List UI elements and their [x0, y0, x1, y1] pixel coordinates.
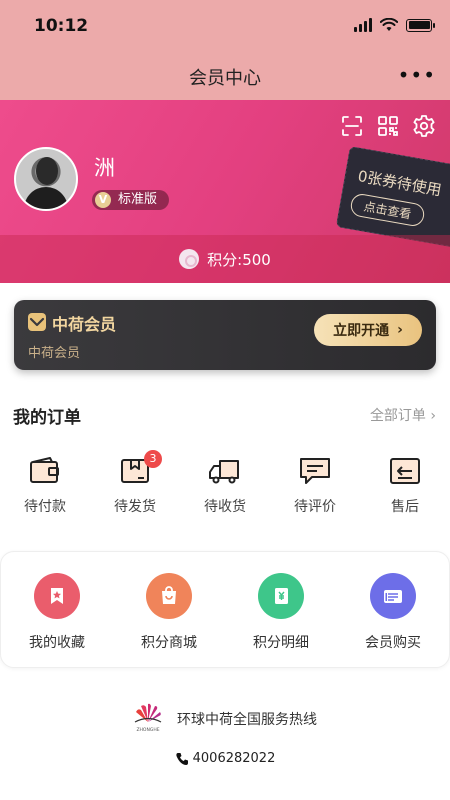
order-after-sales[interactable]: 售后: [360, 456, 450, 516]
wallet-icon: [28, 456, 62, 486]
order-label: 待发货: [114, 499, 156, 515]
card-icon: [370, 573, 416, 619]
service-favorites[interactable]: 我的收藏: [1, 552, 113, 667]
comment-icon: [298, 456, 332, 486]
truck-icon: [208, 456, 242, 486]
phone-number: 4006282022: [192, 751, 276, 766]
service-label: 会员购买: [365, 635, 421, 651]
hotline-title: 环球中荷全国服务热线: [177, 712, 317, 728]
header-actions: [340, 114, 436, 138]
points-bar[interactable]: 积分:500: [0, 235, 450, 283]
order-pending-receipt[interactable]: 待收货: [180, 456, 270, 516]
order-label: 待评价: [294, 499, 336, 515]
top-bar: 10:12 会员中心 •••: [0, 0, 450, 100]
profile-header: 洲 V 标准版 0张券待使用 点击查看 积分:500: [0, 100, 450, 283]
orders-section-title: 我的订单: [13, 408, 81, 428]
order-label: 待付款: [24, 499, 66, 515]
service-member-purchase[interactable]: 会员购买: [337, 552, 449, 667]
qr-code-icon[interactable]: [376, 114, 400, 138]
bookmark-icon: [34, 573, 80, 619]
settings-gear-icon[interactable]: [412, 114, 436, 138]
vip-subtitle: 中荷会员: [28, 346, 81, 361]
status-time: 10:12: [34, 16, 89, 36]
battery-icon: [406, 18, 435, 32]
username: 洲: [94, 156, 115, 180]
points-text: 积分:500: [207, 250, 271, 269]
activate-vip-button[interactable]: 立即开通 ›: [314, 314, 422, 346]
hotline-phone[interactable]: 4006282022: [0, 751, 450, 766]
vip-membership-card[interactable]: 中荷会员 中荷会员 立即开通 ›: [14, 300, 436, 370]
chevron-right-icon: ›: [397, 322, 403, 338]
vip-crown-icon: [28, 313, 46, 331]
avatar[interactable]: [14, 147, 78, 211]
order-status-row: 待付款 3 待发货 待收货 待评价 售后: [0, 450, 450, 516]
order-label: 售后: [391, 499, 419, 515]
scan-icon[interactable]: [340, 114, 364, 138]
return-icon: [388, 456, 422, 486]
order-pending-payment[interactable]: 待付款: [0, 456, 90, 516]
member-level-label: 标准版: [118, 192, 158, 207]
services-grid: 我的收藏 积分商城 积分明细 会员购买: [0, 551, 450, 668]
page-title: 会员中心: [189, 68, 261, 89]
status-icons: [354, 18, 435, 32]
pending-shipment-badge: 3: [144, 450, 162, 468]
shopping-bag-icon: [146, 573, 192, 619]
ledger-icon: [258, 573, 304, 619]
view-coupons-button[interactable]: 点击查看: [349, 192, 426, 228]
wifi-icon: [380, 18, 398, 31]
signal-icon: [354, 18, 372, 32]
order-pending-review[interactable]: 待评价: [270, 456, 360, 516]
svg-text:ZHONGHE: ZHONGHE: [136, 727, 159, 733]
vip-level-icon: V: [95, 192, 111, 208]
service-label: 我的收藏: [29, 635, 85, 651]
activate-vip-label: 立即开通: [333, 323, 390, 339]
service-label: 积分明细: [253, 635, 309, 651]
all-orders-link[interactable]: 全部订单 ›: [370, 405, 436, 425]
service-label: 积分商城: [141, 635, 197, 651]
order-label: 待收货: [204, 499, 246, 515]
box-icon: 3: [118, 450, 162, 486]
company-logo: ZHONGHE: [131, 702, 165, 734]
phone-icon: [176, 752, 188, 765]
coupon-ticket[interactable]: 0张券待使用 点击查看: [335, 146, 450, 248]
points-coin-icon: [179, 249, 200, 269]
member-level-badge: V 标准版: [92, 190, 170, 210]
service-points-detail[interactable]: 积分明细: [225, 552, 337, 667]
more-button[interactable]: •••: [398, 65, 436, 85]
order-pending-shipment[interactable]: 3 待发货: [90, 450, 180, 516]
service-points-mall[interactable]: 积分商城: [113, 552, 225, 667]
vip-title: 中荷会员: [52, 315, 117, 334]
